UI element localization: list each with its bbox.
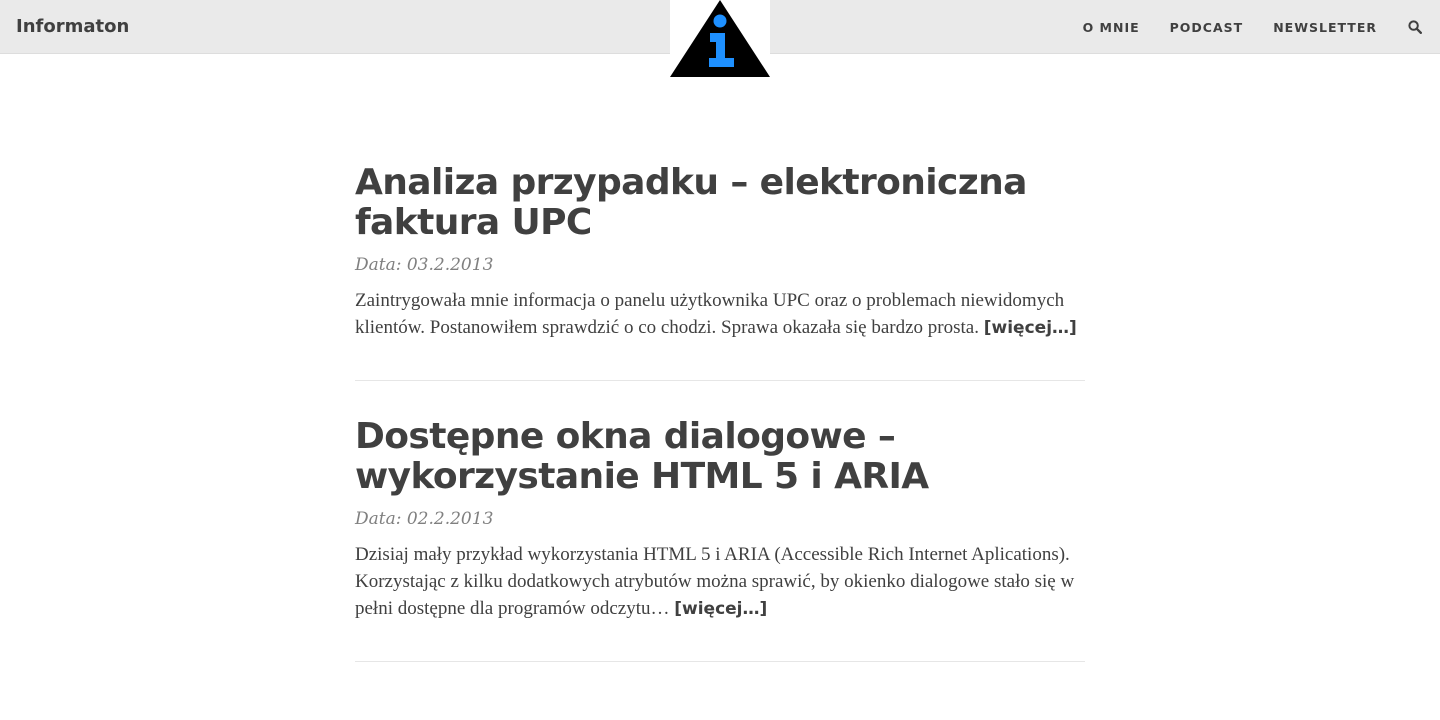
nav-item-newsletter[interactable]: NEWSLETTER [1273, 20, 1377, 35]
nav-item-o-mnie[interactable]: O MNIE [1083, 20, 1140, 35]
post-preview: Dostępne okna dialogowe – wykorzystanie … [355, 417, 1085, 662]
site-brand-link[interactable]: Informaton [16, 16, 129, 37]
top-navbar: Informaton O MNIE PODCAST NEWSLETTER [0, 0, 1440, 77]
post-date: Data: 02.2.2013 [355, 509, 494, 529]
post-excerpt: Zaintrygowała mnie informacja o panelu u… [355, 287, 1085, 342]
read-more-link[interactable]: [więcej…] [674, 599, 767, 619]
post-list: Analiza przypadku – elektroniczna faktur… [355, 163, 1085, 698]
search-button[interactable] [1407, 19, 1423, 35]
main-nav: O MNIE PODCAST NEWSLETTER [1083, 0, 1440, 54]
search-icon [1408, 20, 1422, 34]
post-title-link[interactable]: Analiza przypadku – elektroniczna faktur… [355, 163, 1085, 243]
post-date: Data: 03.2.2013 [355, 255, 494, 275]
info-triangle-logo-icon [670, 0, 770, 77]
site-logo[interactable] [670, 0, 770, 77]
nav-item-podcast[interactable]: PODCAST [1170, 20, 1244, 35]
post-preview: Analiza przypadku – elektroniczna faktur… [355, 163, 1085, 381]
post-excerpt-text: Zaintrygowała mnie informacja o panelu u… [355, 290, 1065, 338]
read-more-link[interactable]: [więcej…] [984, 318, 1077, 338]
post-excerpt: Dzisiaj mały przykład wykorzystania HTML… [355, 541, 1085, 623]
post-title-link[interactable]: Dostępne okna dialogowe – wykorzystanie … [355, 417, 1085, 497]
